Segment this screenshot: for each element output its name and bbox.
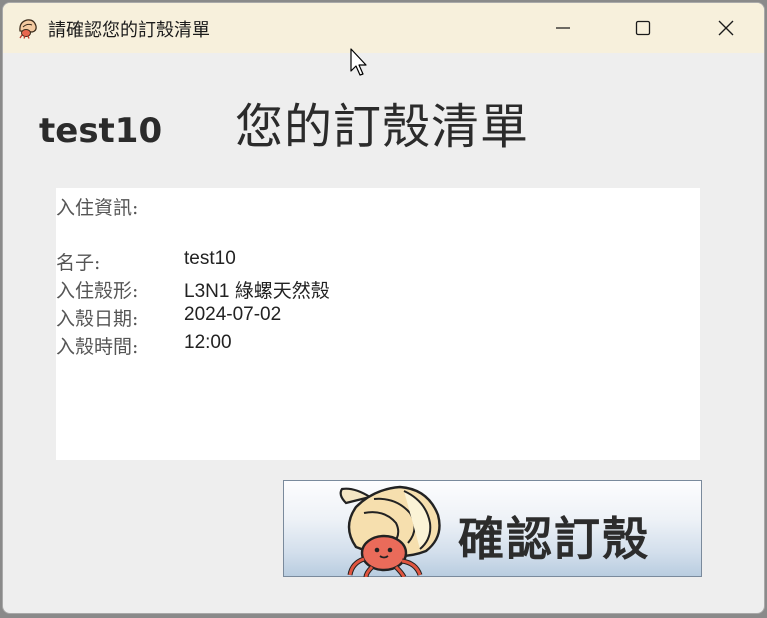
hermit-crab-app-icon bbox=[17, 17, 39, 39]
info-value: L3N1 綠螺天然殼 bbox=[184, 281, 330, 302]
info-heading: 入住資訊: bbox=[56, 197, 139, 219]
info-value: 2024-07-02 bbox=[184, 304, 282, 325]
maximize-button[interactable] bbox=[603, 3, 683, 53]
info-row-date: 入殼日期: 2024-07-02 bbox=[56, 304, 700, 332]
close-button[interactable] bbox=[686, 3, 764, 53]
username-label: test10 bbox=[39, 111, 163, 151]
maximize-icon bbox=[635, 20, 651, 36]
info-label: 名子: bbox=[56, 252, 101, 274]
window-title: 請確認您的訂殼清單 bbox=[48, 20, 210, 41]
minimize-icon bbox=[556, 27, 570, 29]
info-row-time: 入殼時間: 12:00 bbox=[56, 332, 700, 360]
info-row-shell-type: 入住殼形: L3N1 綠螺天然殼 bbox=[56, 276, 700, 304]
title-bar[interactable]: 請確認您的訂殼清單 bbox=[3, 3, 764, 53]
info-row-name: 名子: test10 bbox=[56, 248, 700, 276]
minimize-button[interactable] bbox=[523, 3, 603, 53]
confirm-order-button[interactable]: 確認訂殼 bbox=[283, 480, 702, 577]
info-label: 入殼時間: bbox=[56, 336, 139, 358]
info-label: 入住殼形: bbox=[56, 280, 139, 302]
dialog-window: 請確認您的訂殼清單 test10 您的訂殼清單 入住資訊: 名子: test10 bbox=[2, 2, 765, 614]
hermit-crab-icon bbox=[339, 485, 441, 577]
mouse-cursor-icon bbox=[350, 48, 367, 76]
info-value: test10 bbox=[184, 248, 236, 269]
booking-info-panel: 入住資訊: 名子: test10 入住殼形: L3N1 綠螺天然殼 入殼日期: … bbox=[56, 188, 700, 460]
close-icon bbox=[718, 20, 734, 36]
confirm-order-label: 確認訂殼 bbox=[458, 512, 650, 566]
info-value: 12:00 bbox=[184, 332, 232, 353]
page-title: 您的訂殼清單 bbox=[235, 99, 530, 155]
info-label: 入殼日期: bbox=[56, 308, 139, 330]
